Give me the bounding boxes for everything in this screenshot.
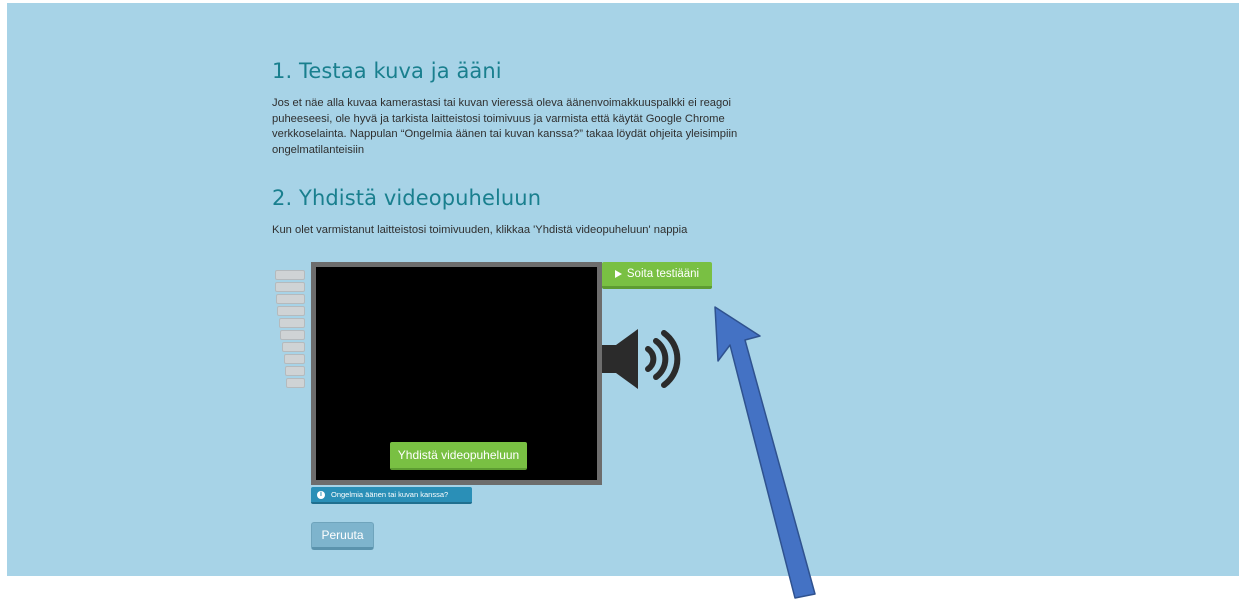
section-2-title: 2. Yhdistä videopuheluun	[272, 186, 542, 210]
play-test-sound-label: Soita testiääni	[626, 268, 700, 280]
play-test-sound-button[interactable]: Soita testiääni	[602, 262, 712, 289]
meter-segment	[282, 342, 305, 352]
play-icon	[614, 270, 622, 278]
section-2-text: Kun olet varmistanut laitteistosi toimiv…	[272, 224, 688, 236]
help-button[interactable]: i Ongelmia äänen tai kuvan kanssa?	[311, 487, 472, 504]
info-icon: i	[317, 490, 325, 499]
meter-segment	[279, 318, 305, 328]
meter-segment	[285, 366, 305, 376]
help-button-label: Ongelmia äänen tai kuvan kanssa?	[331, 490, 449, 499]
speaker-icon	[602, 329, 681, 389]
meter-segment	[284, 354, 305, 364]
section-1-title: 1. Testaa kuva ja ääni	[272, 59, 502, 83]
meter-segment	[275, 270, 305, 280]
meter-segment	[280, 330, 305, 340]
camera-preview: Yhdistä videopuheluun	[311, 262, 602, 485]
meter-segment	[277, 306, 305, 316]
meter-segment	[276, 294, 305, 304]
meter-segment	[275, 282, 305, 292]
section-1-text: Jos et näe alla kuvaa kamerastasi tai ku…	[272, 97, 738, 156]
cancel-button[interactable]: Peruuta	[311, 522, 374, 550]
meter-segment	[286, 378, 305, 388]
connect-video-call-button[interactable]: Yhdistä videopuheluun	[390, 442, 527, 470]
page-panel	[7, 3, 1239, 576]
